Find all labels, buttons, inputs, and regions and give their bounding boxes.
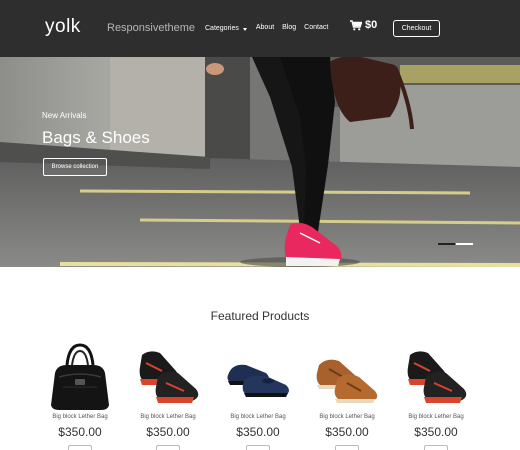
- product-name[interactable]: Big block Lether Bag: [218, 414, 298, 420]
- cart-amount: $0: [365, 19, 378, 31]
- product-image-loafers[interactable]: [218, 343, 298, 411]
- nav-item-blog[interactable]: Blog: [282, 24, 296, 31]
- browse-collection-button[interactable]: Browse collection: [43, 158, 107, 176]
- hero-slider: New Arrivals Bags & Shoes Browse collect…: [0, 57, 520, 267]
- product-price: $350.00: [58, 425, 102, 439]
- site-logo[interactable]: yolk: [45, 16, 81, 38]
- product-list: Big block Lether Bag $350.00 Big block L…: [40, 343, 490, 450]
- hero-kicker: New Arrivals: [42, 111, 87, 120]
- add-to-cart-button[interactable]: [246, 445, 270, 450]
- product-price: $350.00: [146, 425, 190, 439]
- nav-item-about[interactable]: About: [256, 24, 274, 31]
- checkout-button[interactable]: Checkout: [393, 20, 440, 37]
- chevron-down-icon: [242, 27, 247, 31]
- slider-pagination: [438, 243, 474, 245]
- slider-dot-2[interactable]: [456, 243, 473, 245]
- add-to-cart-button[interactable]: [68, 445, 92, 450]
- product-card[interactable]: Big block Lether Bag $350.00: [40, 343, 120, 450]
- product-card[interactable]: Big block Lether Bag $350.00: [128, 343, 208, 450]
- add-to-cart-button[interactable]: [335, 445, 359, 450]
- product-price: $350.00: [414, 425, 458, 439]
- nav-item-contact[interactable]: Contact: [304, 24, 328, 31]
- product-card[interactable]: Big block Lether Bag $350.00: [218, 343, 298, 450]
- nav-item-categories[interactable]: Categories: [205, 25, 247, 32]
- hero-title: Bags & Shoes: [42, 128, 150, 147]
- product-image-handbag[interactable]: [40, 343, 120, 411]
- cart-icon: [350, 19, 362, 31]
- add-to-cart-button[interactable]: [424, 445, 448, 450]
- cart-link[interactable]: $0: [350, 19, 377, 31]
- product-image-sneakers[interactable]: [396, 343, 476, 411]
- site-tagline: Responsivetheme: [107, 22, 196, 34]
- main-nav: Categories About Blog Contact: [205, 22, 336, 33]
- product-name[interactable]: Big block Lether Bag: [396, 414, 476, 420]
- slider-dot-1[interactable]: [438, 243, 455, 245]
- product-image-brown-shoes[interactable]: [307, 343, 387, 411]
- product-card[interactable]: Big block Lether Bag $350.00: [307, 343, 387, 450]
- nav-item-categories-label: Categories: [205, 25, 239, 32]
- featured-title: Featured Products: [210, 309, 310, 323]
- add-to-cart-button[interactable]: [156, 445, 180, 450]
- product-price: $350.00: [325, 425, 369, 439]
- product-price: $350.00: [236, 425, 280, 439]
- site-header: yolk Responsivetheme Categories About Bl…: [0, 0, 520, 57]
- product-name[interactable]: Big block Lether Bag: [307, 414, 387, 420]
- product-card[interactable]: Big block Lether Bag $350.00: [396, 343, 476, 450]
- product-name[interactable]: Big block Lether Bag: [128, 414, 208, 420]
- product-image-sneakers[interactable]: [128, 343, 208, 411]
- product-name[interactable]: Big block Lether Bag: [40, 414, 120, 420]
